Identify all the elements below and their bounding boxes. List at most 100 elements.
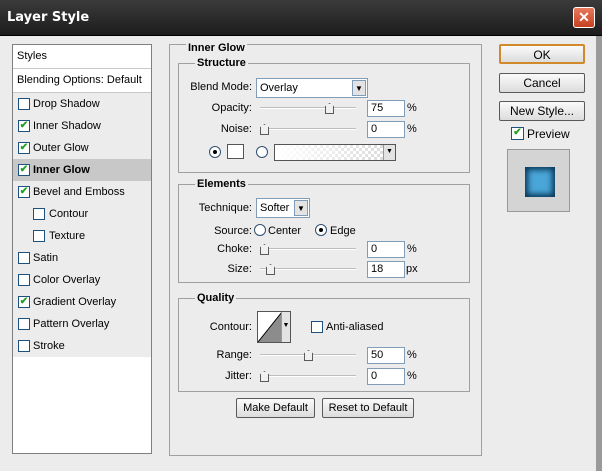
style-item-drop-shadow[interactable]: Drop Shadow (13, 93, 151, 115)
style-item-label: Drop Shadow (33, 98, 100, 110)
slider-thumb[interactable] (266, 264, 275, 275)
choke-label: Choke: (217, 243, 252, 255)
close-icon[interactable]: ✕ (573, 7, 595, 28)
noise-unit: % (407, 123, 417, 135)
size-unit: px (406, 263, 418, 275)
new-style-button[interactable]: New Style... (499, 101, 585, 121)
opacity-slider[interactable] (260, 103, 356, 114)
size-label: Size: (227, 263, 252, 275)
window-title: Layer Style (7, 10, 90, 25)
gradient-fill (275, 145, 395, 160)
style-item-label: Inner Shadow (33, 120, 101, 132)
contour-label: Contour: (209, 321, 252, 333)
opacity-input[interactable]: 75 (367, 100, 405, 117)
style-checkbox[interactable] (18, 296, 30, 308)
contour-picker[interactable]: ▼ (257, 311, 291, 343)
choke-input[interactable]: 0 (367, 241, 405, 258)
blend-mode-select[interactable]: Overlay ▼ (256, 78, 368, 98)
reset-default-button[interactable]: Reset to Default (322, 398, 414, 418)
range-label: Range: (216, 349, 252, 361)
blending-options-item[interactable]: Blending Options: Default (13, 69, 151, 93)
style-checkbox[interactable] (18, 340, 30, 352)
size-input[interactable]: 18 (367, 261, 405, 278)
jitter-unit: % (407, 370, 417, 382)
choke-slider[interactable] (260, 244, 356, 255)
preview-label[interactable]: Preview (527, 127, 570, 141)
style-checkbox[interactable] (18, 142, 30, 154)
slider-thumb[interactable] (325, 103, 334, 114)
style-item-pattern-overlay[interactable]: Pattern Overlay (13, 313, 151, 335)
noise-slider[interactable] (260, 124, 356, 135)
elements-title: Elements (195, 178, 248, 190)
preview-checkbox[interactable] (511, 127, 524, 140)
style-checkbox[interactable] (18, 318, 30, 330)
range-unit: % (407, 349, 417, 361)
style-checkbox[interactable] (33, 208, 45, 220)
panel-title: Inner Glow (186, 42, 247, 54)
slider-thumb[interactable] (260, 244, 269, 255)
blend-mode-value: Overlay (260, 82, 298, 94)
style-item-outer-glow[interactable]: Outer Glow (13, 137, 151, 159)
make-default-button[interactable]: Make Default (236, 398, 315, 418)
style-item-inner-glow[interactable]: Inner Glow (13, 159, 151, 181)
preview-swatch (525, 167, 555, 197)
style-checkbox[interactable] (18, 164, 30, 176)
style-item-inner-shadow[interactable]: Inner Shadow (13, 115, 151, 137)
style-item-label: Contour (49, 208, 89, 220)
style-item-contour[interactable]: Contour (13, 203, 151, 225)
jitter-label: Jitter: (225, 370, 252, 382)
style-item-label: Pattern Overlay (33, 318, 110, 330)
style-checkbox[interactable] (33, 230, 45, 242)
source-edge-label[interactable]: Edge (330, 225, 356, 237)
range-input[interactable]: 50 (367, 347, 405, 364)
anti-aliased-checkbox[interactable] (311, 321, 323, 333)
opacity-unit: % (407, 102, 417, 114)
slider-thumb[interactable] (260, 124, 269, 135)
anti-aliased-label[interactable]: Anti-aliased (326, 321, 383, 333)
choke-unit: % (407, 243, 417, 255)
slider-thumb[interactable] (304, 350, 313, 361)
style-item-texture[interactable]: Texture (13, 225, 151, 247)
slider-thumb[interactable] (260, 371, 269, 382)
range-slider[interactable] (260, 350, 356, 361)
styles-header[interactable]: Styles (13, 45, 151, 69)
glow-color-swatch[interactable] (227, 144, 244, 159)
style-item-bevel-and-emboss[interactable]: Bevel and Emboss (13, 181, 151, 203)
style-item-label: Color Overlay (33, 274, 101, 286)
styles-list: Styles Blending Options: Default Drop Sh… (12, 44, 152, 454)
style-item-color-overlay[interactable]: Color Overlay (13, 269, 151, 291)
slider-track (260, 248, 356, 250)
source-center-radio[interactable] (254, 224, 266, 236)
slider-track (260, 128, 356, 130)
jitter-slider[interactable] (260, 371, 356, 382)
source-label: Source: (214, 225, 252, 237)
color-radio[interactable] (209, 146, 221, 158)
contour-curve-icon (258, 312, 282, 342)
style-checkbox[interactable] (18, 252, 30, 264)
style-item-label: Inner Glow (33, 164, 90, 176)
chevron-down-icon: ▼ (294, 200, 308, 216)
jitter-input[interactable]: 0 (367, 368, 405, 385)
cancel-button[interactable]: Cancel (499, 73, 585, 93)
gradient-radio[interactable] (256, 146, 268, 158)
structure-title: Structure (195, 57, 248, 69)
chevron-down-icon: ▼ (352, 80, 366, 96)
noise-input[interactable]: 0 (367, 121, 405, 138)
background-strip (596, 36, 602, 471)
source-center-label[interactable]: Center (268, 225, 301, 237)
size-slider[interactable] (260, 264, 356, 275)
noise-label: Noise: (220, 123, 252, 135)
glow-gradient-picker[interactable]: ▼ (274, 144, 396, 161)
style-checkbox[interactable] (18, 186, 30, 198)
source-edge-radio[interactable] (315, 224, 327, 236)
technique-select[interactable]: Softer ▼ (256, 198, 310, 218)
technique-label: Technique: (198, 202, 252, 214)
ok-button[interactable]: OK (499, 44, 585, 64)
style-item-gradient-overlay[interactable]: Gradient Overlay (13, 291, 151, 313)
style-checkbox[interactable] (18, 120, 30, 132)
style-item-stroke[interactable]: Stroke (13, 335, 151, 357)
style-checkbox[interactable] (18, 98, 30, 110)
technique-value: Softer (260, 202, 290, 214)
style-checkbox[interactable] (18, 274, 30, 286)
style-item-satin[interactable]: Satin (13, 247, 151, 269)
